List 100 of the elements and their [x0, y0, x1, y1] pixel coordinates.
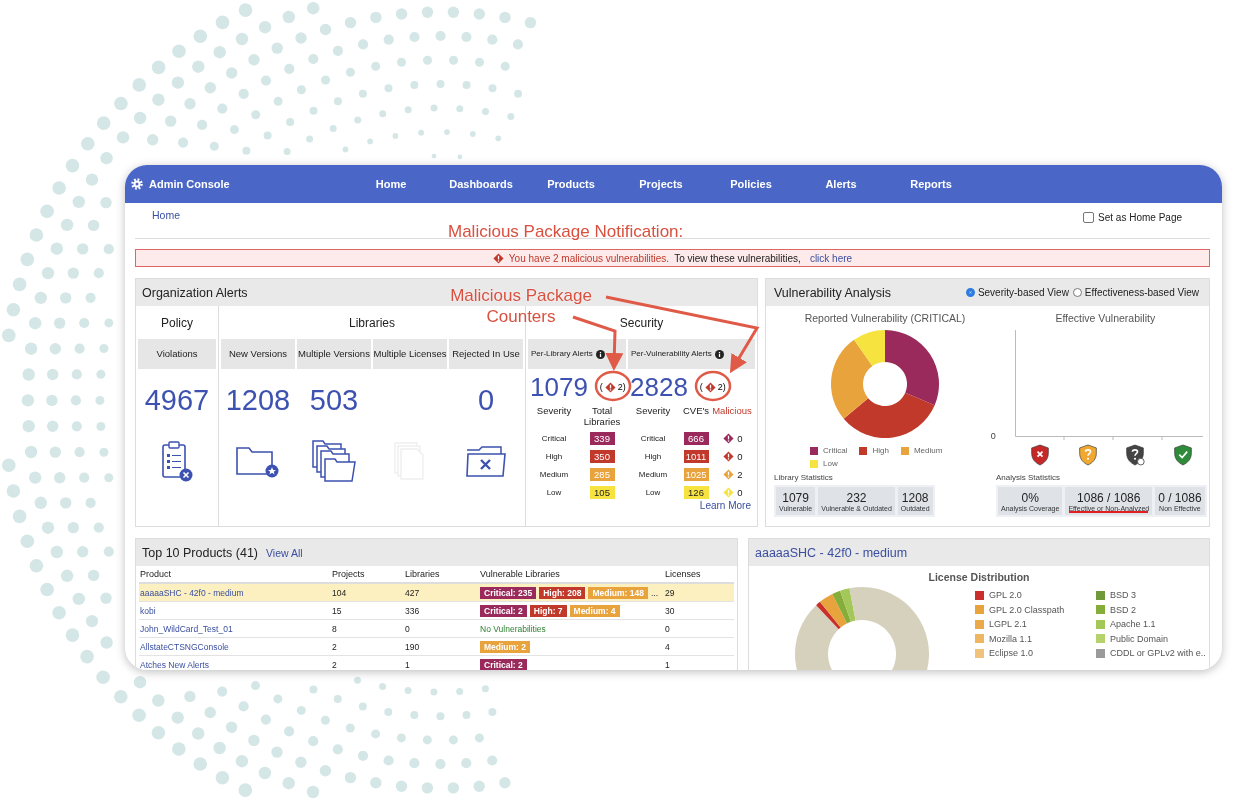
alert-count[interactable]: 4967: [144, 383, 210, 417]
warning-icon: [492, 252, 504, 264]
statistic-value: 232: [846, 490, 867, 505]
severity-tag: Critical: 235: [480, 586, 537, 599]
nav-link[interactable]: Reports: [886, 178, 976, 190]
severity-count[interactable]: 339: [589, 432, 615, 445]
severity-label: High: [544, 452, 564, 461]
product-link[interactable]: AllstateCTSNGConsole: [139, 638, 331, 656]
table-cell: 8: [331, 620, 404, 638]
highlight-circle: [594, 370, 632, 402]
malicious-open: (: [599, 382, 603, 392]
table-cell: 0: [404, 620, 479, 638]
diamond-icon: [723, 451, 735, 462]
table-header: Severity: [634, 405, 672, 418]
alert-message: You have 2 malicious vulnerabilities.: [508, 252, 670, 264]
nav-link[interactable]: Products: [526, 178, 616, 190]
statistic-value: 0%: [1021, 490, 1039, 505]
panel-title: Top 10 Products (41): [142, 545, 259, 560]
legend-label: GPL 2.0: [989, 590, 1022, 601]
malicious-count: 2): [717, 382, 726, 392]
table-cell: 1: [404, 656, 479, 670]
severity-count[interactable]: 666: [683, 432, 709, 445]
severity-label: Low: [644, 488, 662, 497]
section-title: Library Statistics: [774, 473, 833, 482]
column-title: Per-Vulnerability Alerts: [631, 348, 712, 360]
legend-label: Public Domain: [1110, 633, 1169, 644]
product-link[interactable]: John_WildCard_Test_01: [139, 620, 331, 638]
nav-link[interactable]: Projects: [616, 178, 706, 190]
legend-label: High: [872, 446, 889, 455]
table-cell: 2: [331, 638, 404, 656]
annotation-text: Malicious Package Counters: [449, 285, 593, 327]
table-cell: 336: [404, 602, 479, 620]
statistic-value: 1086 / 1086: [1077, 490, 1141, 505]
radio-label: Effectiveness-based View: [1084, 287, 1199, 298]
product-link[interactable]: Atches New Alerts: [139, 656, 331, 670]
nav-link[interactable]: Home: [346, 178, 436, 190]
column-header: Violations: [138, 339, 216, 369]
legend-label: Eclipse 1.0: [989, 648, 1034, 659]
nav-link[interactable]: Policies: [706, 178, 796, 190]
status-text: No Vulnerabilities: [480, 623, 546, 634]
column-header: New Versions: [221, 339, 295, 369]
column-header: Rejected In Use: [449, 339, 523, 369]
chart-title: License Distribution: [927, 571, 1031, 583]
severity-tag: Medium: 148: [588, 586, 648, 599]
learn-more-link[interactable]: Learn More: [699, 500, 751, 511]
panel-title[interactable]: aaaaaSHC - 42f0 - medium: [755, 545, 908, 560]
alert-count[interactable]: 2828: [630, 371, 688, 403]
table-cell: 190: [404, 638, 479, 656]
legend-label: Critical: [823, 446, 848, 455]
table-cell: 15: [331, 602, 404, 620]
info-icon[interactable]: [714, 349, 724, 359]
product-link[interactable]: kobi: [139, 602, 331, 620]
severity-count[interactable]: 350: [589, 450, 615, 463]
chart-title: Effective Vulnerability: [1055, 312, 1156, 324]
malicious-count: 2: [737, 469, 743, 480]
alert-hint: To view these vulnerabilities,: [674, 252, 801, 264]
severity-tag: Medium: 2: [480, 640, 531, 653]
column-header: Multiple Versions: [297, 339, 371, 369]
legend-label: Mozilla 1.1: [989, 633, 1033, 644]
malicious-count: 0: [737, 487, 743, 498]
highlight-circle: [694, 370, 732, 402]
table-cell: 30: [664, 602, 734, 620]
checkbox-label: Set as Home Page: [1098, 212, 1182, 223]
radio-button[interactable]: [1072, 288, 1082, 297]
radio-button[interactable]: [965, 288, 975, 297]
legend-label: LGPL 2.1: [989, 619, 1027, 630]
severity-label: Critical: [639, 434, 667, 443]
table-cell: 427: [404, 584, 479, 602]
axis-tick-label: 0: [990, 431, 996, 441]
alert-count[interactable]: 1208: [225, 383, 291, 417]
panel-title: Vulnerability Analysis: [774, 285, 891, 300]
click-here-link[interactable]: click here: [809, 252, 853, 264]
panel-title: Organization Alerts: [142, 285, 248, 300]
severity-tag: High: 208: [539, 586, 586, 599]
alert-count[interactable]: 0: [477, 383, 495, 417]
column-header: Multiple Licenses: [373, 339, 447, 369]
severity-count[interactable]: 126: [683, 486, 709, 499]
radio-label: Severity-based View: [977, 287, 1069, 298]
severity-count[interactable]: 1011: [683, 450, 709, 463]
settings-icon[interactable]: [131, 178, 143, 190]
table-header: CVE's: [681, 405, 711, 418]
view-all-link[interactable]: View All: [266, 546, 303, 559]
table-header: Malicious: [712, 405, 752, 418]
severity-count[interactable]: 105: [589, 486, 615, 499]
more-indicator: ...: [650, 587, 659, 598]
alert-count[interactable]: 503: [309, 383, 359, 417]
legend-label: Medium: [913, 446, 943, 455]
diamond-icon: [723, 487, 735, 498]
alert-count[interactable]: 1079: [530, 371, 588, 403]
nav-link[interactable]: Dashboards: [436, 178, 526, 190]
checkbox[interactable]: [1083, 212, 1095, 223]
info-icon[interactable]: [595, 349, 605, 359]
app-title: Admin Console: [149, 178, 230, 190]
table-cell: 104: [331, 584, 404, 602]
product-link[interactable]: aaaaaSHC - 42f0 - medium: [139, 584, 331, 602]
chart-title: Reported Vulnerability (CRITICAL): [804, 312, 966, 324]
statistic-value: 1208: [901, 490, 929, 505]
nav-link[interactable]: Alerts: [796, 178, 886, 190]
table-header: Severity: [535, 405, 573, 418]
breadcrumb-link[interactable]: Home: [152, 209, 180, 221]
